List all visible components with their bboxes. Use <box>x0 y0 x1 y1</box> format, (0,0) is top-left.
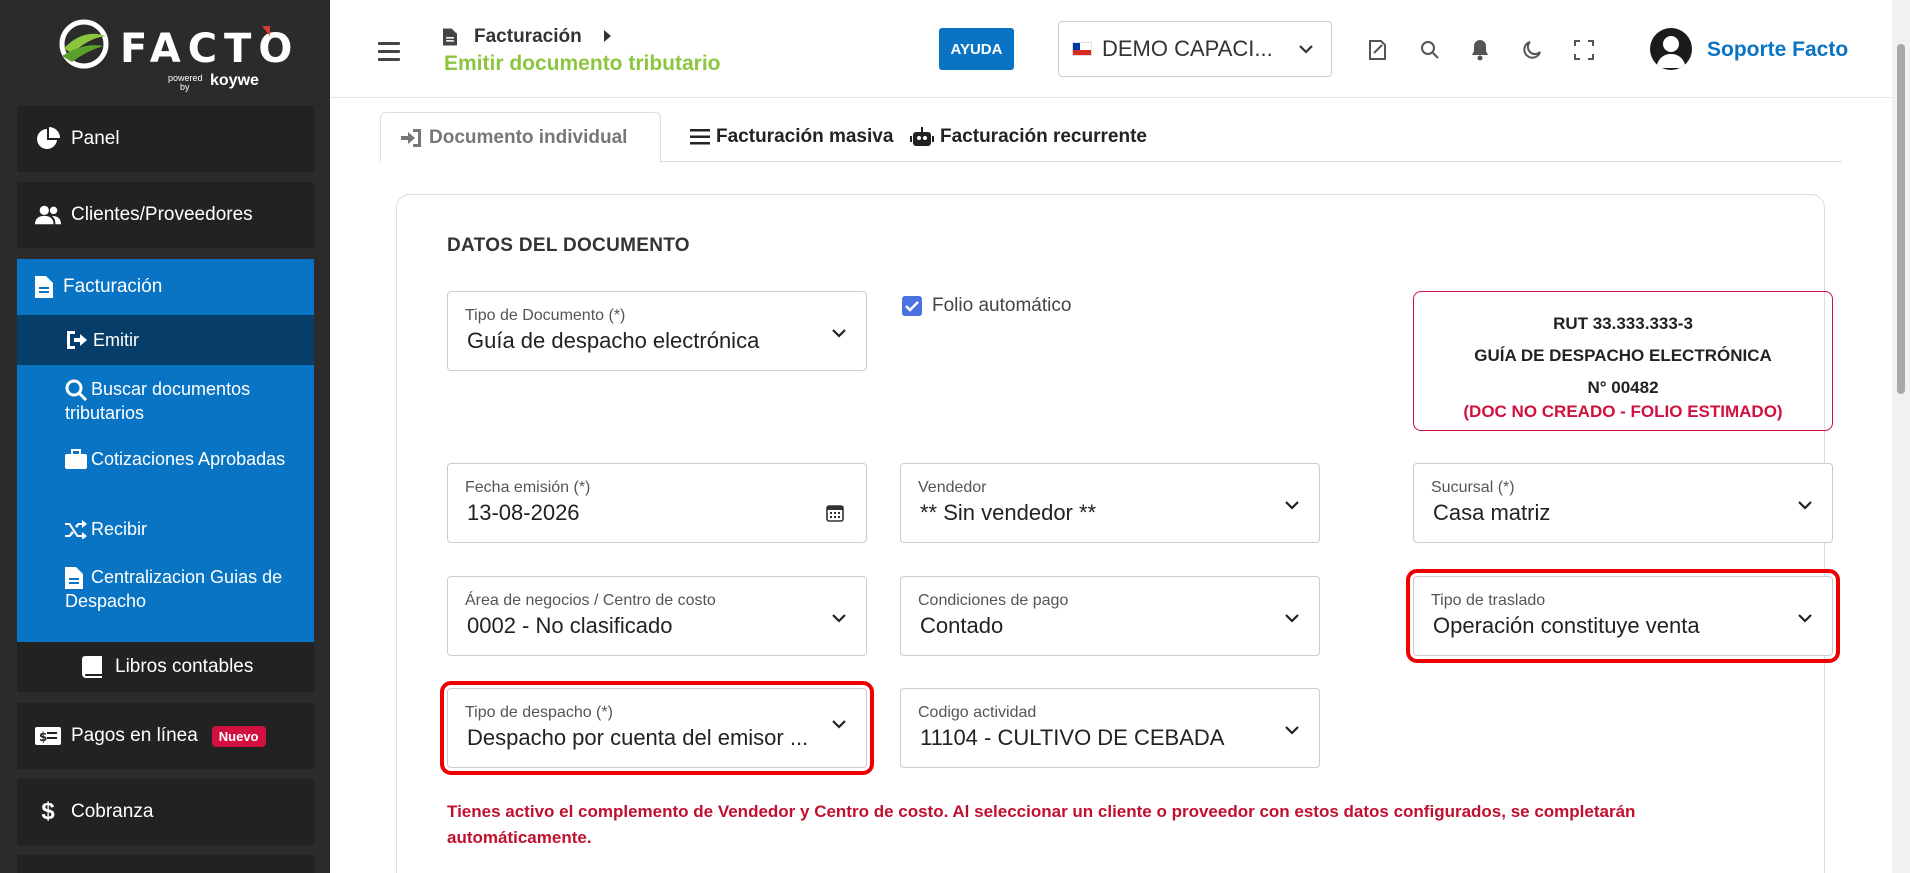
chevron-down-icon <box>832 329 846 338</box>
chile-flag-icon <box>1072 42 1092 56</box>
summary-estado: (DOC NO CREADO - FOLIO ESTIMADO) <box>1463 402 1783 421</box>
search-icon <box>65 379 88 402</box>
facto-logo[interactable]: FACTO powered by koywe <box>58 16 292 92</box>
sign-in-icon <box>401 128 421 147</box>
checkmark-icon <box>902 296 922 316</box>
tab-documento-individual[interactable]: Documento individual <box>380 112 661 163</box>
tipo-traslado-select[interactable]: Tipo de traslado Operación constituye ve… <box>1406 569 1840 663</box>
sign-out-icon <box>65 329 87 351</box>
page-scrollbar[interactable] <box>1892 0 1910 873</box>
chevron-down-icon <box>832 720 846 729</box>
sidebar-item-cobranza[interactable]: $ Cobranza <box>17 779 314 845</box>
tipo-despacho-select[interactable]: Tipo de despacho (*) Despacho por cuenta… <box>440 681 874 775</box>
menu-toggle-icon[interactable] <box>378 42 400 61</box>
sidebar-item-label: Facturación <box>63 276 163 297</box>
brand-accent <box>262 26 270 36</box>
pie-chart-icon <box>35 127 61 151</box>
company-select[interactable]: DEMO CAPACI... <box>1058 21 1332 77</box>
moon-icon[interactable] <box>1520 38 1544 62</box>
chevron-down-icon <box>1285 726 1299 735</box>
signature-icon[interactable] <box>1366 38 1390 62</box>
area-negocios-select[interactable]: Área de negocios / Centro de costo 0002 … <box>447 576 867 656</box>
facto-swoosh-icon <box>59 19 109 69</box>
sidebar-item-label: Panel <box>71 128 120 149</box>
book-icon <box>79 655 105 679</box>
caret-right-icon <box>604 30 611 42</box>
top-header: Facturación Emitir documento tributario … <box>330 0 1892 98</box>
chevron-down-icon <box>1285 501 1299 510</box>
sidebar-item-more[interactable] <box>17 855 314 873</box>
fullscreen-icon[interactable] <box>1572 38 1596 62</box>
fecha-emision-input[interactable]: Fecha emisión (*) 13-08-2026 <box>447 463 867 543</box>
calendar-icon[interactable] <box>826 504 844 522</box>
document-icon <box>35 276 53 298</box>
document-icon <box>443 28 457 46</box>
users-icon <box>35 203 61 227</box>
summary-tipo: GUÍA DE DESPACHO ELECTRÓNICA <box>1474 346 1772 365</box>
chevron-down-icon <box>1798 614 1812 623</box>
chevron-down-icon <box>1285 614 1299 623</box>
avatar[interactable] <box>1650 28 1692 70</box>
main-content: Documento individual Facturación masiva … <box>330 98 1892 873</box>
sidebar-item-clientes[interactable]: Clientes/Proveedores <box>17 182 314 248</box>
briefcase-icon <box>65 449 87 471</box>
vendedor-select[interactable]: Vendedor ** Sin vendedor ** <box>900 463 1320 543</box>
sidebar: FACTO powered by koywe Panel Clientes/Pro… <box>0 0 330 873</box>
complement-notice: Tienes activo el complemento de Vendedor… <box>447 802 1636 847</box>
sucursal-select[interactable]: Sucursal (*) Casa matriz <box>1413 463 1833 543</box>
tab-facturacion-recurrente[interactable]: Facturación recurrente <box>890 112 1167 162</box>
submenu-item-centralizacion[interactable]: Centralizacion Guias de Despacho <box>17 559 314 633</box>
search-icon[interactable] <box>1418 38 1442 62</box>
submenu-item-emitir[interactable]: Emitir <box>17 315 314 365</box>
condiciones-pago-select[interactable]: Condiciones de pago Contado <box>900 576 1320 656</box>
brand-name: FACTO <box>120 26 300 72</box>
scrollbar-thumb[interactable] <box>1897 44 1905 394</box>
submenu-item-buscar[interactable]: Buscar documentos tributarios <box>17 365 314 439</box>
page-title: Emitir documento tributario <box>444 52 721 75</box>
chevron-down-icon <box>1798 501 1812 510</box>
summary-numero: N° 00482 <box>1587 378 1659 397</box>
sidebar-item-label: Cobranza <box>71 801 154 822</box>
chevron-down-icon <box>1299 45 1313 54</box>
company-name: DEMO CAPACI... <box>1102 36 1273 61</box>
tab-bar: Documento individual Facturación masiva … <box>380 112 1842 163</box>
submenu-item-cotizaciones[interactable]: Cotizaciones Aprobadas <box>17 439 314 513</box>
sidebar-item-facturacion[interactable]: Facturación <box>17 259 314 315</box>
brand-powered: powered by <box>168 73 203 92</box>
breadcrumb-parent[interactable]: Facturación <box>474 26 582 48</box>
chevron-down-icon <box>832 614 846 623</box>
svg-text:$: $ <box>39 730 47 744</box>
new-badge: Nuevo <box>211 725 266 747</box>
document-form-card: DATOS DEL DOCUMENTO Tipo de Documento (*… <box>396 194 1840 873</box>
tab-facturacion-masiva[interactable]: Facturación masiva <box>670 112 913 162</box>
robot-icon <box>910 127 934 146</box>
summary-rut: RUT 33.333.333-3 <box>1553 314 1693 333</box>
help-button[interactable]: AYUDA <box>939 28 1014 70</box>
user-name[interactable]: Soporte Facto <box>1707 38 1848 62</box>
sidebar-item-label: Pagos en línea <box>71 725 198 746</box>
dollar-icon: $ <box>41 798 55 825</box>
sidebar-item-label: Libros contables <box>115 656 254 677</box>
codigo-actividad-select[interactable]: Codigo actividad 11104 - CULTIVO DE CEBA… <box>900 688 1320 768</box>
tipo-documento-select[interactable]: Tipo de Documento (*) Guía de despacho e… <box>447 291 867 371</box>
brand-partner: koywe <box>210 72 259 89</box>
shuffle-icon <box>65 519 87 541</box>
sidebar-group-facturacion: Facturación Emitir Buscar documentos tri… <box>17 259 314 642</box>
sidebar-item-panel[interactable]: Panel <box>17 106 314 172</box>
sidebar-item-label: Clientes/Proveedores <box>71 204 253 225</box>
folio-automatico-checkbox[interactable]: Folio automático <box>902 295 1071 317</box>
sidebar-item-libros[interactable]: Libros contables <box>17 642 314 692</box>
bell-icon[interactable] <box>1468 38 1492 62</box>
document-summary-box: RUT 33.333.333-3 GUÍA DE DESPACHO ELECTR… <box>1413 291 1833 431</box>
submenu-item-recibir[interactable]: Recibir <box>17 513 314 559</box>
money-bill-icon: $ <box>35 724 61 748</box>
list-icon <box>690 129 710 145</box>
section-title: DATOS DEL DOCUMENTO <box>447 235 690 256</box>
sidebar-item-pagos[interactable]: $ Pagos en línea Nuevo <box>17 703 314 769</box>
file-lines-icon <box>65 567 87 589</box>
